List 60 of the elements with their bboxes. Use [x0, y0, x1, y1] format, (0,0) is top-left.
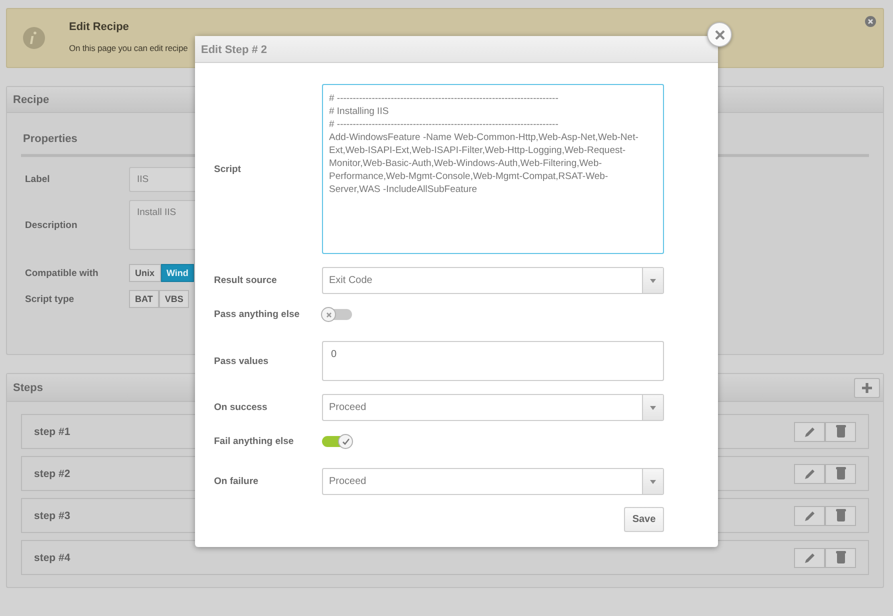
add-button[interactable]	[854, 378, 880, 398]
dropdown[interactable]: Proceed	[322, 468, 664, 495]
save-button[interactable]: Save	[624, 507, 664, 532]
field-label: Script type	[24, 294, 76, 304]
field-label: Pass values	[214, 356, 270, 366]
step-name: step #3	[34, 510, 70, 522]
trash-icon	[836, 509, 846, 522]
delete-button[interactable]	[825, 506, 856, 526]
pencil-icon	[804, 510, 816, 522]
toggle-switch[interactable]	[322, 309, 352, 320]
info-icon	[23, 27, 45, 49]
alert-message: On this page you can edit recipe	[69, 43, 188, 53]
close-icon[interactable]	[865, 16, 876, 27]
field-label: Fail anything else	[214, 436, 295, 447]
dialog-title: Edit Step # 2	[195, 36, 718, 63]
toggle-option[interactable]: Wind	[160, 264, 194, 282]
edit-button[interactable]	[794, 506, 825, 526]
step-name: step #1	[34, 426, 70, 438]
cross-icon	[326, 312, 332, 318]
edit-button[interactable]	[794, 548, 825, 568]
field-label: Result source	[214, 275, 278, 286]
step-name: step #4	[34, 552, 70, 564]
field-label: Compatible with	[24, 268, 100, 278]
pencil-icon	[804, 468, 816, 480]
step-name: step #2	[34, 468, 70, 480]
delete-button[interactable]	[825, 422, 856, 442]
field-label: Pass anything else	[214, 309, 301, 320]
delete-button[interactable]	[825, 548, 856, 568]
dropdown-value: Exit Code	[328, 275, 372, 286]
field-label: On success	[214, 402, 268, 413]
check-icon	[342, 438, 350, 446]
field-label: Label	[24, 174, 51, 185]
caret-icon	[650, 406, 656, 410]
trash-icon	[836, 425, 846, 438]
caret-icon	[650, 480, 656, 484]
toggle-option[interactable]: VBS	[158, 290, 190, 308]
toggle-option[interactable]: BAT	[129, 290, 159, 308]
close-icon	[714, 30, 724, 40]
plus-icon	[862, 382, 872, 392]
delete-button[interactable]	[825, 464, 856, 484]
field-label: On failure	[214, 476, 260, 487]
toggle-option[interactable]: Unix	[129, 264, 161, 282]
script-editor[interactable]: # ---------------------------------------------------------------------- # Installing IIS # ---------------------------------------------------------------------- Add-WindowsFeature -Name Web-Common-Http,Web-Asp-Net,Web-Net-Ext,Web-ISAPI-Ext,Web-ISAPI-Filter,Web-Http-Logging,Web-Request-Monitor,Web-Basic-Auth,Web-Windows-Auth,Web-Filtering,Web-Performance,Web-Mgmt-Console,Web-Mgmt-Compat,RSAT-Web-Server,WAS -IncludeAllSubFeature	[322, 84, 664, 254]
panel-title: Steps	[13, 382, 43, 394]
trash-icon	[836, 551, 846, 564]
caret-icon	[650, 278, 656, 282]
alert-title: Edit Recipe	[69, 21, 130, 33]
trash-icon	[836, 467, 846, 480]
pencil-icon	[804, 552, 816, 564]
field-label: Description	[24, 220, 78, 230]
dropdown-value: Proceed	[328, 402, 366, 413]
edit-button[interactable]	[794, 464, 825, 484]
text-area[interactable]: 0	[322, 341, 664, 381]
pencil-icon	[804, 426, 816, 438]
dropdown[interactable]: Exit Code	[322, 267, 664, 294]
edit-button[interactable]	[794, 422, 825, 442]
dropdown[interactable]: Proceed	[322, 394, 664, 421]
toggle-switch[interactable]	[322, 436, 352, 447]
dropdown-value: Proceed	[328, 476, 366, 487]
field-label: Script	[214, 164, 242, 174]
